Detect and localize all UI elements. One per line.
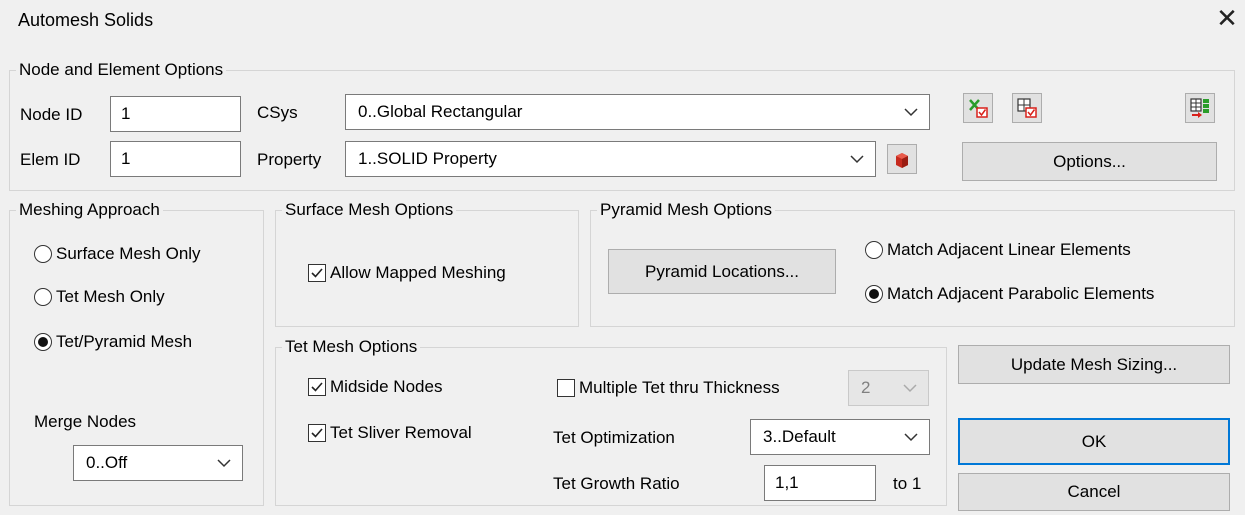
meshing-approach-legend: Meshing Approach: [19, 200, 160, 219]
tet-growth-ratio-field[interactable]: 1,1: [764, 465, 876, 501]
node-id-field[interactable]: 1: [110, 96, 241, 132]
tet-mesh-options-legend: Tet Mesh Options: [285, 337, 418, 356]
chevron-down-icon: [904, 433, 918, 442]
pyramid-locations-button[interactable]: Pyramid Locations...: [608, 249, 836, 294]
radio-circle: [865, 241, 883, 259]
match-linear-label: Match Adjacent Linear Elements: [887, 240, 1131, 259]
multiple-tet-count-select[interactable]: 2: [848, 370, 929, 406]
grid-check-button[interactable]: [1012, 93, 1042, 123]
allow-mapped-meshing-label: Allow Mapped Meshing: [330, 263, 506, 282]
chevron-down-icon: [217, 459, 231, 468]
checkbox-box: [308, 424, 326, 442]
match-parabolic-label: Match Adjacent Parabolic Elements: [887, 284, 1155, 303]
solid-property-button[interactable]: [887, 144, 917, 174]
csys-label: CSys: [257, 103, 298, 122]
x-check-button[interactable]: [963, 93, 993, 123]
tet-mesh-only-label: Tet Mesh Only: [56, 287, 165, 306]
radio-circle-selected: [34, 333, 52, 351]
tet-optimization-value: 3..Default: [763, 427, 836, 446]
multiple-tet-thickness-checkbox[interactable]: Multiple Tet thru Thickness: [557, 378, 780, 398]
tet-optimization-label: Tet Optimization: [553, 428, 675, 447]
tet-sliver-removal-label: Tet Sliver Removal: [330, 423, 472, 442]
checkbox-box: [557, 379, 575, 397]
chevron-down-icon: [904, 108, 918, 117]
node-element-options-legend: Node and Element Options: [19, 60, 224, 79]
checkbox-box: [308, 264, 326, 282]
merge-nodes-select[interactable]: 0..Off: [73, 445, 243, 481]
csys-value: 0..Global Rectangular: [358, 102, 523, 121]
match-parabolic-radio[interactable]: Match Adjacent Parabolic Elements: [865, 284, 1154, 304]
tet-optimization-select[interactable]: 3..Default: [750, 419, 930, 455]
property-label: Property: [257, 150, 322, 169]
elem-id-field[interactable]: 1: [110, 141, 241, 177]
tet-pyramid-mesh-radio[interactable]: Tet/Pyramid Mesh: [34, 332, 192, 352]
elem-id-label: Elem ID: [20, 150, 81, 169]
checkmark-icon: [311, 382, 323, 392]
chevron-down-icon: [850, 155, 864, 164]
property-value: 1..SOLID Property: [358, 149, 497, 168]
merge-nodes-label: Merge Nodes: [34, 412, 137, 431]
chevron-down-icon: [903, 384, 917, 393]
close-icon[interactable]: ✕: [1213, 4, 1241, 32]
grid-transfer-icon: [1190, 98, 1209, 118]
midside-nodes-checkbox[interactable]: Midside Nodes: [308, 377, 442, 397]
match-linear-radio[interactable]: Match Adjacent Linear Elements: [865, 240, 1131, 260]
solid-property-icon: [896, 153, 908, 168]
radio-circle: [34, 288, 52, 306]
options-button[interactable]: Options...: [962, 142, 1217, 181]
cancel-button[interactable]: Cancel: [958, 473, 1230, 511]
checkmark-icon: [311, 428, 323, 438]
radio-circle: [34, 245, 52, 263]
radio-circle-selected: [865, 285, 883, 303]
window-title: Automesh Solids: [18, 10, 154, 30]
pyramid-mesh-options-legend: Pyramid Mesh Options: [600, 200, 772, 219]
tet-mesh-only-radio[interactable]: Tet Mesh Only: [34, 287, 165, 307]
x-check-icon: [969, 99, 988, 118]
multiple-tet-count-value: 2: [861, 378, 871, 397]
multiple-tet-thickness-label: Multiple Tet thru Thickness: [579, 378, 780, 397]
tet-growth-ratio-label: Tet Growth Ratio: [553, 474, 680, 493]
surface-mesh-options-legend: Surface Mesh Options: [285, 200, 454, 219]
tet-growth-ratio-suffix: to 1: [893, 474, 922, 493]
midside-nodes-label: Midside Nodes: [330, 377, 443, 396]
allow-mapped-meshing-checkbox[interactable]: Allow Mapped Meshing: [308, 263, 506, 283]
tet-sliver-removal-checkbox[interactable]: Tet Sliver Removal: [308, 423, 472, 443]
ok-button[interactable]: OK: [958, 418, 1230, 465]
surface-mesh-only-radio[interactable]: Surface Mesh Only: [34, 244, 201, 264]
property-select[interactable]: 1..SOLID Property: [345, 141, 876, 177]
update-mesh-sizing-button[interactable]: Update Mesh Sizing...: [958, 345, 1230, 384]
tet-pyramid-mesh-label: Tet/Pyramid Mesh: [56, 332, 193, 351]
grid-check-icon: [1017, 98, 1037, 118]
checkbox-box: [308, 378, 326, 396]
grid-transfer-button[interactable]: [1185, 93, 1215, 123]
csys-select[interactable]: 0..Global Rectangular: [345, 94, 930, 130]
node-id-label: Node ID: [20, 105, 83, 124]
merge-nodes-value: 0..Off: [86, 453, 128, 472]
checkmark-icon: [311, 268, 323, 278]
surface-mesh-only-label: Surface Mesh Only: [56, 244, 201, 263]
